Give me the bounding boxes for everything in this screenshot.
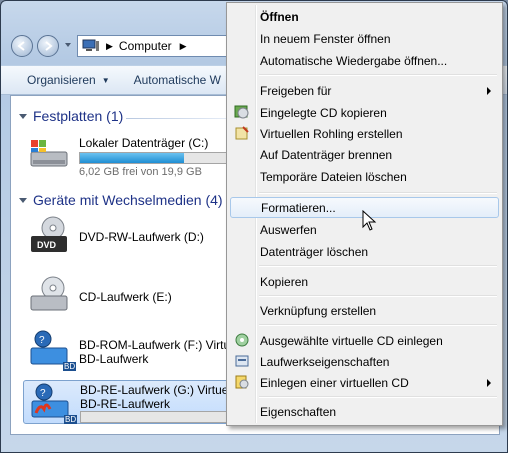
drive-properties-icon: [235, 355, 249, 367]
dvd-drive-icon: [31, 216, 67, 252]
drive-name: BD-RE-Laufwerk (G:) Virtuell: [80, 383, 234, 397]
usage-bar: [79, 152, 229, 164]
menu-item-delete-temp[interactable]: Temporäre Dateien löschen: [230, 166, 499, 187]
submenu-arrow-icon: [487, 378, 491, 387]
menu-item-properties[interactable]: Eigenschaften: [230, 401, 499, 422]
menu-separator: [259, 192, 497, 194]
menu-item-open[interactable]: Öffnen: [230, 6, 499, 27]
menu-item-share-with[interactable]: Freigeben für: [230, 80, 499, 101]
back-arrow-icon: [17, 41, 25, 51]
menu-item-create-shortcut[interactable]: Verknüpfung erstellen: [230, 300, 499, 321]
drive-type: BD-Laufwerk: [79, 352, 149, 366]
back-button[interactable]: [11, 35, 33, 57]
menu-item-mount-virtual-cd[interactable]: Einlegen einer virtuellen CD: [230, 372, 499, 393]
insert-cd-icon: [235, 333, 249, 347]
menu-item-label: Öffnen: [260, 9, 299, 24]
hard-drive-icon: [30, 140, 68, 167]
menu-item-label: Kopieren: [260, 274, 309, 289]
drive-name: CD-Laufwerk (E:): [79, 290, 172, 304]
menu-item-label: Verknüpfung erstellen: [260, 303, 377, 318]
bd-badge: BD: [63, 362, 77, 371]
menu-item-label: Eigenschaften: [260, 404, 337, 419]
menu-item-label: Ausgewählte virtuelle CD einlegen: [260, 333, 443, 348]
blank-disc-icon: [235, 126, 249, 140]
menu-item-label: Virtuellen Rohling erstellen: [260, 126, 403, 141]
menu-item-label: Laufwerkseigenschaften: [260, 354, 390, 369]
menu-item-burn[interactable]: Auf Datenträger brennen: [230, 144, 499, 165]
svg-text:?: ?: [39, 335, 45, 346]
drive-type: BD-RE-Laufwerk: [80, 397, 171, 411]
chevron-down-icon: ▼: [101, 75, 110, 85]
group-header-hard-drives[interactable]: Festplatten (1): [19, 108, 123, 124]
organize-button[interactable]: Organisieren ▼: [1, 73, 118, 87]
history-dropdown-icon[interactable]: [65, 43, 71, 47]
autoplay-label: Automatische W: [133, 73, 221, 87]
usage-bar: [80, 411, 230, 423]
menu-item-label: Datenträger löschen: [260, 244, 369, 259]
computer-icon: [82, 39, 99, 51]
group-title: Geräte mit Wechselmedien (4): [33, 192, 223, 208]
menu-item-label: Eingelegte CD kopieren: [260, 105, 387, 120]
menu-item-open-new-window[interactable]: In neuem Fenster öffnen: [230, 28, 499, 49]
drive-name: DVD-RW-Laufwerk (D:): [79, 230, 204, 244]
menu-separator: [259, 295, 497, 297]
breadcrumb-computer[interactable]: Computer: [119, 39, 172, 53]
menu-item-erase-disc[interactable]: Datenträger löschen: [230, 241, 499, 262]
copy-cd-icon: [234, 105, 249, 119]
forward-arrow-icon: [45, 41, 53, 51]
forward-button[interactable]: [37, 35, 59, 57]
menu-separator: [259, 396, 497, 398]
menu-item-label: Formatieren...: [261, 200, 336, 215]
drive-name: BD-ROM-Laufwerk (F:) Virtu: [79, 338, 231, 352]
menu-separator: [259, 74, 497, 76]
menu-item-label: Einlegen einer virtuellen CD: [260, 375, 409, 390]
menu-item-insert-virtual-cd[interactable]: Ausgewählte virtuelle CD einlegen: [230, 330, 499, 351]
menu-item-label: Freigeben für: [260, 83, 332, 98]
breadcrumb-separator-icon[interactable]: ▶: [180, 41, 187, 52]
drive-name: Lokaler Datenträger (C:): [79, 136, 209, 150]
free-space-text: 6,02 GB frei von 19,9 GB: [79, 166, 202, 178]
group-header-removable[interactable]: Geräte mit Wechselmedien (4): [19, 192, 223, 208]
menu-item-label: Auswerfen: [260, 222, 317, 237]
menu-item-autoplay[interactable]: Automatische Wiedergabe öffnen...: [230, 50, 499, 71]
menu-item-copy-cd[interactable]: Eingelegte CD kopieren: [230, 102, 499, 123]
menu-separator: [259, 324, 497, 326]
mouse-cursor-icon: [362, 210, 377, 231]
usage-bar-fill: [80, 153, 184, 163]
menu-item-copy[interactable]: Kopieren: [230, 271, 499, 292]
menu-item-create-blank[interactable]: Virtuellen Rohling erstellen: [230, 123, 499, 144]
bd-badge: BD: [64, 415, 78, 424]
cd-drive-icon: [30, 276, 68, 311]
svg-text:?: ?: [40, 388, 46, 399]
virtual-cd-icon: [235, 375, 249, 389]
group-divider: [126, 118, 236, 119]
menu-item-label: In neuem Fenster öffnen: [260, 31, 391, 46]
menu-item-label: Temporäre Dateien löschen: [260, 169, 407, 184]
collapse-icon: [19, 197, 27, 203]
breadcrumb-separator-icon[interactable]: ▶: [106, 41, 113, 52]
menu-item-label: Automatische Wiedergabe öffnen...: [260, 53, 448, 68]
organize-label: Organisieren: [27, 73, 96, 87]
menu-separator: [259, 265, 497, 267]
collapse-icon: [19, 113, 27, 119]
dvd-badge: DVD: [37, 240, 57, 250]
group-title: Festplatten (1): [33, 108, 124, 124]
menu-item-label: Auf Datenträger brennen: [260, 147, 393, 162]
submenu-arrow-icon: [487, 86, 491, 95]
menu-item-drive-properties[interactable]: Laufwerkseigenschaften: [230, 351, 499, 372]
autoplay-button[interactable]: Automatische W: [118, 73, 229, 87]
